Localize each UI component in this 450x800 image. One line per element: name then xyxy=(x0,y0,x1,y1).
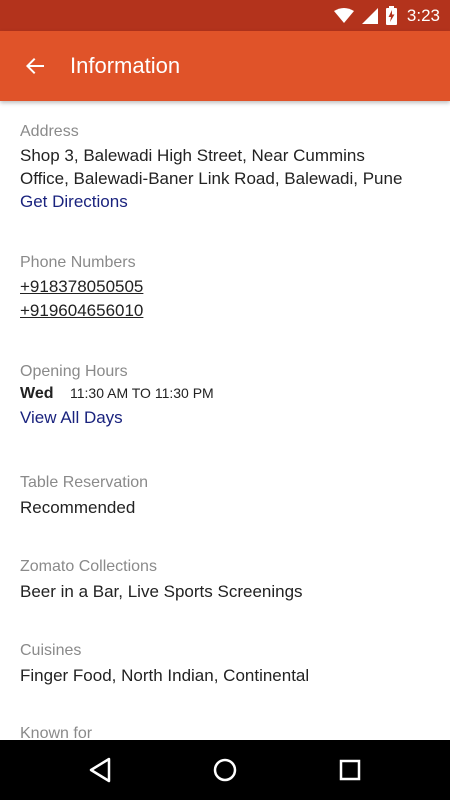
phone-number-link[interactable]: +919604656010 xyxy=(20,299,440,323)
address-label: Address xyxy=(20,123,79,140)
back-button[interactable] xyxy=(18,49,52,83)
nav-home-button[interactable] xyxy=(210,755,240,785)
hours-day: Wed xyxy=(20,385,54,402)
table-reservation-label: Table Reservation xyxy=(20,474,149,491)
hours-row: Wed 11:30 AM TO 11:30 PM xyxy=(20,385,440,403)
collections-section: Zomato Collections Beer in a Bar, Live S… xyxy=(20,556,440,603)
cuisines-value: Finger Food, North Indian, Continental xyxy=(20,666,310,685)
cuisines-section: Cuisines Finger Food, North Indian, Cont… xyxy=(20,640,440,687)
view-all-days-link[interactable]: View All Days xyxy=(20,406,440,430)
opening-hours-label: Opening Hours xyxy=(20,363,128,380)
status-icons: 3:23 xyxy=(333,0,440,31)
phone-section: Phone Numbers +918378050505 +91960465601… xyxy=(20,252,440,323)
cuisines-label: Cuisines xyxy=(20,642,82,659)
address-section: Address Shop 3, Balewadi High Street, Ne… xyxy=(20,121,440,214)
get-directions-link[interactable]: Get Directions xyxy=(20,190,440,214)
nav-back-button[interactable] xyxy=(85,755,115,785)
hours-time: 11:30 AM TO 11:30 PM xyxy=(70,385,214,401)
table-reservation-section: Table Reservation Recommended xyxy=(20,472,440,519)
nav-recents-icon xyxy=(339,759,361,781)
collections-value: Beer in a Bar, Live Sports Screenings xyxy=(20,582,303,601)
address-line-1: Shop 3, Balewadi High Street, Near Cummi… xyxy=(20,146,365,165)
nav-recents-button[interactable] xyxy=(335,755,365,785)
phone-numbers-label: Phone Numbers xyxy=(20,254,136,271)
status-bar: 3:23 xyxy=(0,0,450,31)
wifi-icon xyxy=(333,7,354,23)
cell-signal-icon xyxy=(361,7,378,24)
arrow-back-icon xyxy=(26,58,44,74)
collections-label: Zomato Collections xyxy=(20,558,157,575)
battery-charging-icon xyxy=(385,6,397,25)
address-line-2: Office, Balewadi-Baner Link Road, Balewa… xyxy=(20,169,403,188)
nav-home-icon xyxy=(213,758,237,782)
navigation-bar xyxy=(0,740,450,800)
page-title: Information xyxy=(70,53,181,78)
status-time: 3:23 xyxy=(406,5,440,25)
app-bar: Information xyxy=(0,31,450,101)
nav-back-icon xyxy=(89,757,111,783)
opening-hours-section: Opening Hours Wed 11:30 AM TO 11:30 PM V… xyxy=(20,361,440,430)
table-reservation-value: Recommended xyxy=(20,498,136,517)
phone-number-link[interactable]: +918378050505 xyxy=(20,275,440,299)
